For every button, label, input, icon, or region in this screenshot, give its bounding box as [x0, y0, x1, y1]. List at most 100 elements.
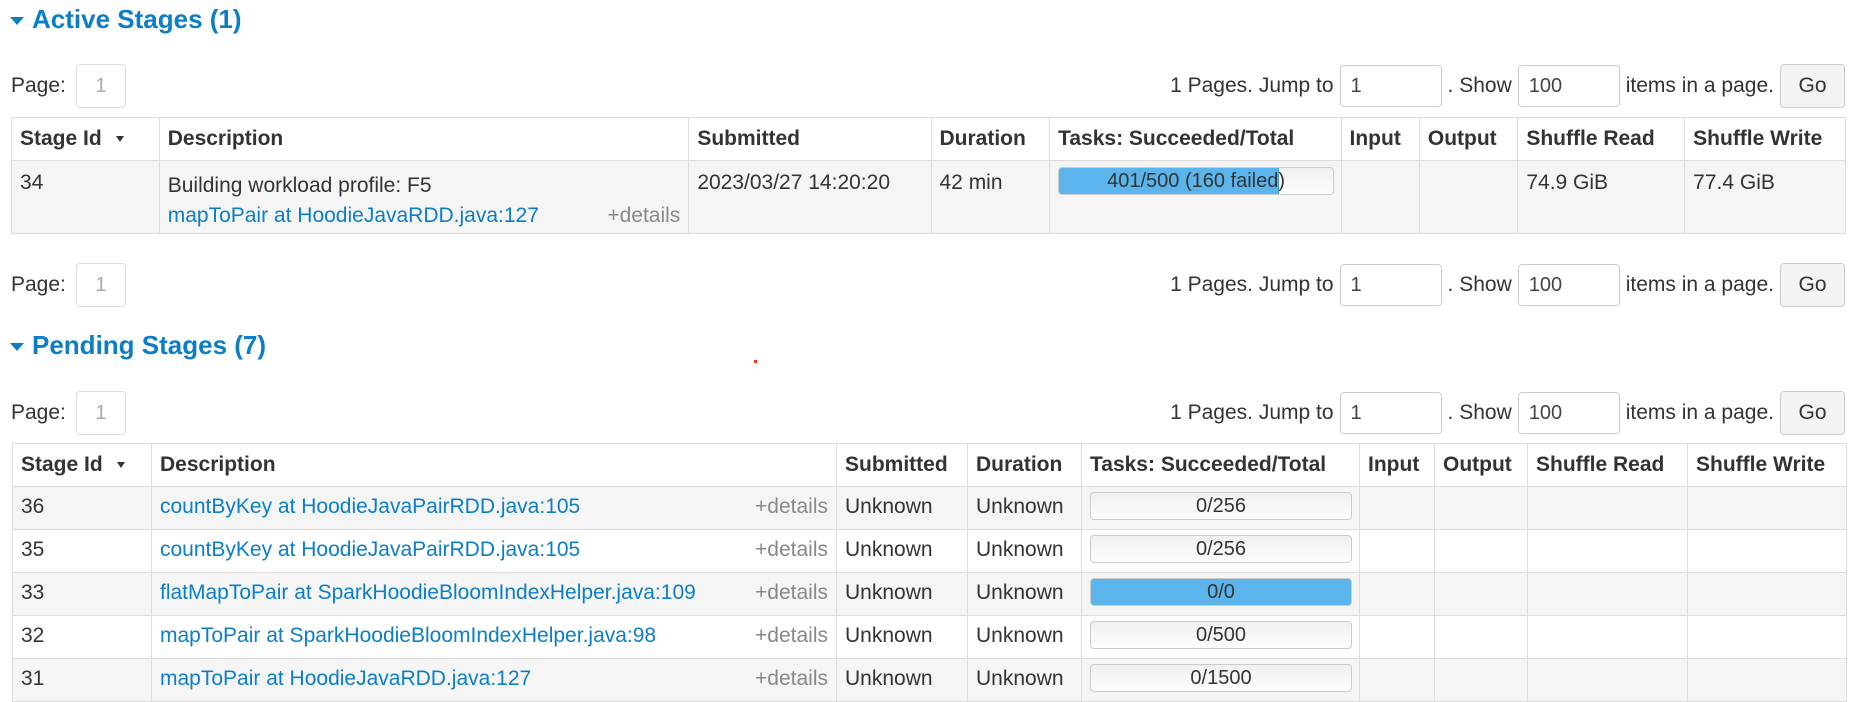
jump-to-page-input[interactable]	[1339, 264, 1442, 306]
stage-link[interactable]: mapToPair at SparkHoodieBloomIndexHelper…	[160, 624, 656, 647]
stage-link[interactable]: mapToPair at HoodieJavaRDD.java:127	[168, 204, 539, 227]
col-description[interactable]: Description	[151, 443, 837, 487]
table-row: 33 +details flatMapToPair at SparkHoodieBl…	[12, 572, 1847, 616]
tasks-cell: 0/0	[1081, 572, 1360, 616]
task-progress-bar: 0/1500	[1090, 664, 1352, 692]
output-cell	[1434, 658, 1528, 702]
input-cell	[1359, 486, 1435, 530]
col-input[interactable]: Input	[1359, 443, 1435, 487]
details-toggle[interactable]: +details	[755, 538, 828, 562]
stage-id-cell: 34	[11, 160, 160, 234]
col-input[interactable]: Input	[1340, 117, 1420, 161]
pending-stages-table: Stage Id Description Submitted Duration …	[12, 443, 1847, 702]
go-button[interactable]: Go	[1780, 64, 1845, 108]
col-duration[interactable]: Duration	[930, 117, 1051, 161]
shuffle-read-cell	[1527, 615, 1688, 659]
input-cell	[1340, 160, 1420, 234]
duration-cell: Unknown	[967, 572, 1082, 616]
duration-cell: Unknown	[967, 529, 1082, 573]
jump-to-page-input[interactable]	[1339, 392, 1442, 434]
task-progress-text: 0/1500	[1190, 667, 1252, 689]
table-row: 36 +details countByKey at HoodieJavaPairRD…	[12, 486, 1847, 530]
input-cell	[1359, 615, 1435, 659]
shuffle-write-cell: 77.4 GiB	[1684, 160, 1846, 234]
col-duration[interactable]: Duration	[967, 443, 1082, 487]
page-label: Page:	[11, 401, 66, 424]
col-shuffle-read[interactable]: Shuffle Read	[1517, 117, 1686, 161]
col-stage-id[interactable]: Stage Id	[12, 443, 152, 487]
description-cell: +details flatMapToPair at SparkHoodieBloo…	[151, 572, 837, 616]
col-submitted[interactable]: Submitted	[836, 443, 968, 487]
task-progress-text: 401/500 (160 failed)	[1107, 170, 1286, 192]
caret-down-icon	[10, 17, 24, 25]
shuffle-write-cell	[1687, 529, 1847, 573]
items-label: items in a page.	[1625, 74, 1774, 97]
col-submitted[interactable]: Submitted	[688, 117, 932, 161]
pending-pagination-top: Page: 1 1 Pages. Jump to . Show items in…	[11, 390, 1845, 436]
task-progress-bar: 0/256	[1090, 535, 1352, 563]
sort-desc-icon	[116, 462, 125, 469]
col-shuffle-write[interactable]: Shuffle Write	[1684, 117, 1846, 161]
page-size-input[interactable]	[1517, 392, 1620, 434]
stage-id-cell: 31	[12, 658, 152, 702]
output-cell	[1418, 160, 1519, 234]
active-stages-toggle[interactable]: Active Stages (1)	[10, 4, 242, 35]
page-size-input[interactable]	[1517, 264, 1620, 306]
page-number-button[interactable]: 1	[75, 263, 126, 307]
stage-id-cell: 35	[12, 529, 152, 573]
shuffle-read-cell	[1527, 658, 1688, 702]
stage-link[interactable]: mapToPair at HoodieJavaRDD.java:127	[160, 667, 531, 690]
page-label: Page:	[11, 74, 66, 97]
col-output[interactable]: Output	[1418, 117, 1519, 161]
task-progress-bar: 0/500	[1090, 621, 1352, 649]
output-cell	[1434, 486, 1528, 530]
jump-to-page-input[interactable]	[1339, 65, 1442, 107]
description-cell: +details mapToPair at HoodieJavaRDD.java:…	[151, 658, 837, 702]
output-cell	[1434, 615, 1528, 659]
task-progress-text: 0/256	[1195, 538, 1247, 560]
stage-link[interactable]: countByKey at HoodieJavaPairRDD.java:105	[160, 495, 580, 518]
active-stages-title: Active Stages (1)	[32, 4, 242, 34]
duration-cell: Unknown	[967, 658, 1082, 702]
details-toggle[interactable]: +details	[755, 624, 828, 648]
col-stage-id[interactable]: Stage Id	[11, 117, 160, 161]
col-tasks[interactable]: Tasks: Succeeded/Total	[1081, 443, 1360, 487]
tasks-cell: 0/256	[1081, 529, 1360, 573]
table-header-row: Stage Id Description Submitted Duration …	[11, 117, 1846, 161]
details-toggle[interactable]: +details	[755, 667, 828, 691]
col-shuffle-read[interactable]: Shuffle Read	[1527, 443, 1688, 487]
go-button[interactable]: Go	[1780, 263, 1845, 307]
pages-text: 1 Pages. Jump to	[1170, 273, 1334, 296]
pending-stages-toggle[interactable]: Pending Stages (7)	[10, 330, 266, 361]
stage-link[interactable]: countByKey at HoodieJavaPairRDD.java:105	[160, 538, 580, 561]
task-progress-bar: 0/0	[1090, 578, 1352, 606]
tasks-cell: 0/256	[1081, 486, 1360, 530]
page-number-button[interactable]: 1	[75, 64, 126, 108]
table-row: 35 +details countByKey at HoodieJavaPairRD…	[12, 529, 1847, 573]
page-number-button[interactable]: 1	[75, 391, 126, 435]
duration-cell: Unknown	[967, 615, 1082, 659]
task-progress-text: 0/500	[1195, 624, 1247, 646]
col-output[interactable]: Output	[1434, 443, 1528, 487]
output-cell	[1434, 572, 1528, 616]
col-description[interactable]: Description	[158, 117, 690, 161]
caret-down-icon	[10, 343, 24, 351]
details-toggle[interactable]: +details	[755, 495, 828, 519]
stray-dot	[754, 360, 757, 363]
description-cell: +details countByKey at HoodieJavaPairRDD.…	[151, 486, 837, 530]
task-progress-text: 0/0	[1207, 581, 1235, 603]
stage-link[interactable]: flatMapToPair at SparkHoodieBloomIndexHe…	[160, 581, 696, 604]
table-row: 34 Building workload profile: F5 +detail…	[11, 160, 1846, 234]
col-tasks[interactable]: Tasks: Succeeded/Total	[1049, 117, 1342, 161]
task-progress-text: 0/256	[1195, 495, 1247, 517]
go-button[interactable]: Go	[1780, 391, 1845, 435]
page-size-input[interactable]	[1517, 65, 1620, 107]
col-shuffle-write[interactable]: Shuffle Write	[1687, 443, 1847, 487]
duration-cell: Unknown	[967, 486, 1082, 530]
tasks-cell: 401/500 (160 failed)	[1049, 160, 1342, 234]
input-cell	[1359, 529, 1435, 573]
details-toggle[interactable]: +details	[755, 581, 828, 605]
stage-id-cell: 36	[12, 486, 152, 530]
page-label: Page:	[11, 273, 66, 296]
details-toggle[interactable]: +details	[607, 201, 680, 231]
